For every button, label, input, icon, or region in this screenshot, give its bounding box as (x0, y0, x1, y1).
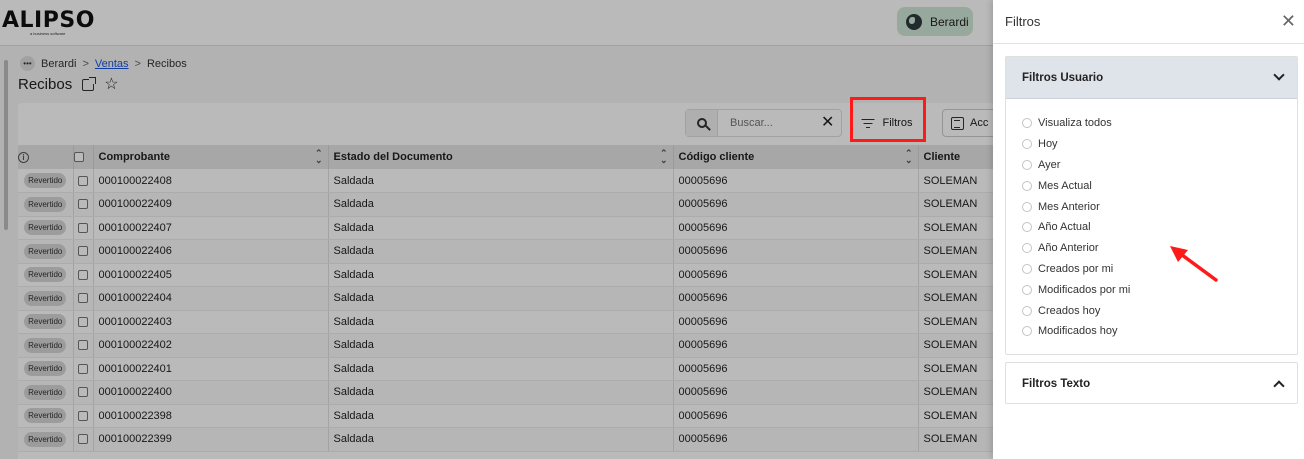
radio-button[interactable] (1022, 118, 1032, 129)
filtros-panel: Filtros ✕ Filtros Usuario Visualiza todo… (993, 0, 1304, 459)
panel-header: Filtros ✕ (993, 0, 1304, 44)
radio-button[interactable] (1022, 284, 1032, 295)
filter-option-label: Ayer (1038, 158, 1061, 171)
filter-option[interactable]: Creados hoy (1022, 300, 1297, 321)
modal-backdrop[interactable] (0, 0, 993, 459)
radio-button[interactable] (1022, 180, 1032, 191)
filter-option[interactable]: Hoy (1022, 134, 1297, 155)
filter-option-label: Modificados por mi (1038, 283, 1131, 296)
section-title: Filtros Texto (1022, 378, 1091, 390)
radio-button[interactable] (1022, 263, 1032, 274)
filter-option-label: Modificados hoy (1038, 325, 1118, 338)
section-filtros-usuario: Filtros Usuario Visualiza todos Hoy Ayer Me… (1005, 56, 1298, 355)
filter-option-label: Hoy (1038, 138, 1058, 151)
filter-option[interactable]: Año Actual (1022, 217, 1297, 238)
filter-option[interactable]: Ayer (1022, 155, 1297, 176)
radio-button[interactable] (1022, 243, 1032, 254)
filter-option-label: Creados hoy (1038, 304, 1101, 317)
radio-button[interactable] (1022, 139, 1032, 150)
filter-option[interactable]: Mes Actual (1022, 175, 1297, 196)
radio-button[interactable] (1022, 201, 1032, 212)
filter-option-label: Mes Anterior (1038, 200, 1100, 213)
filter-option-label: Creados por mi (1038, 262, 1114, 275)
filter-option-label: Mes Actual (1038, 179, 1092, 192)
section-title: Filtros Usuario (1022, 71, 1104, 84)
red-arrow-annotation (1170, 246, 1218, 282)
filter-option-label: Año Actual (1038, 221, 1091, 234)
chevron-up-icon[interactable] (1273, 380, 1285, 392)
section-filtros-texto: Filtros Texto (1005, 362, 1298, 404)
filter-options-list: Visualiza todos Hoy Ayer Mes Actual Mes Ante… (1006, 99, 1297, 342)
filter-option[interactable]: Modificados por mi (1022, 279, 1297, 300)
filter-option-label: Visualiza todos (1038, 117, 1112, 130)
radio-button[interactable] (1022, 159, 1032, 170)
filter-option[interactable]: Modificados hoy (1022, 321, 1297, 342)
radio-button[interactable] (1022, 305, 1032, 316)
filter-option[interactable]: Año Anterior (1022, 238, 1297, 259)
filter-option-label: Año Anterior (1038, 242, 1099, 255)
panel-title: Filtros (1005, 14, 1041, 29)
section-header-filtros-texto[interactable]: Filtros Texto (1006, 363, 1297, 405)
filter-option[interactable]: Visualiza todos (1022, 113, 1297, 134)
section-header-filtros-usuario[interactable]: Filtros Usuario (1006, 57, 1297, 99)
main-app: ALIPSO a business software Berardi ••• B… (0, 0, 993, 459)
radio-button[interactable] (1022, 222, 1032, 233)
chevron-down-icon[interactable] (1273, 69, 1285, 81)
radio-button[interactable] (1022, 326, 1032, 337)
filter-option[interactable]: Creados por mi (1022, 259, 1297, 280)
close-icon[interactable]: ✕ (1281, 12, 1296, 30)
filter-option[interactable]: Mes Anterior (1022, 196, 1297, 217)
